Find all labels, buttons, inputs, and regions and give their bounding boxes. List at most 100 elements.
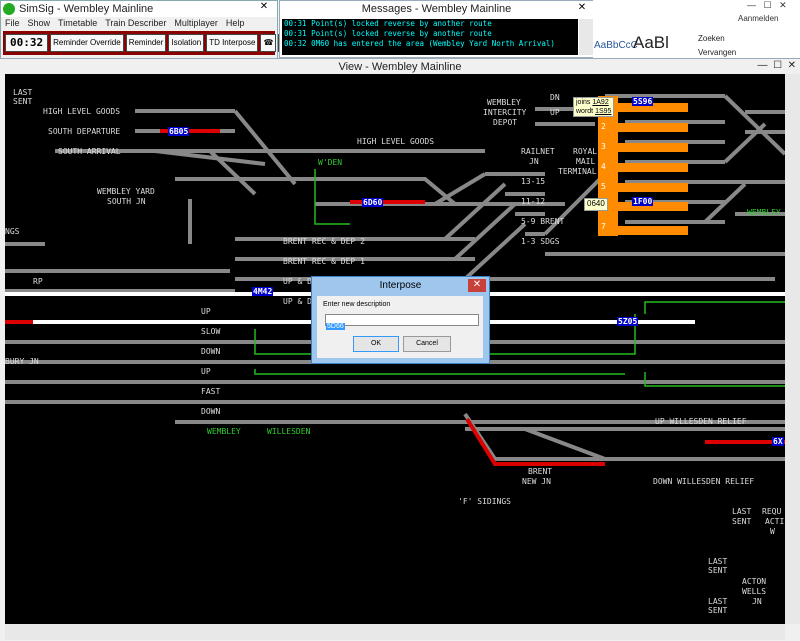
menu-train-describer[interactable]: Train Describer [105,17,166,30]
last-sent-label: LAST SENT [13,88,33,106]
label-up-line-2: UP [201,367,211,376]
menu-show[interactable]: Show [28,17,51,30]
label-sidings-11-12: 11-12 [521,197,546,206]
tooltip-wordt-value: 1S95 [595,108,612,115]
messages-window: Messages - Wembley Mainline ✕ 00:31 Poin… [279,0,594,58]
description-input-value: 5D66 [326,323,345,330]
label-wembley-yard: WEMBLEY YARD [97,187,155,196]
reminder-override-button[interactable]: Reminder Override [50,34,124,52]
messages-scrollbar[interactable] [579,19,593,55]
window-controls[interactable]: — ☐ ✕ [747,0,787,11]
find-button[interactable]: Zoeken [698,34,725,43]
message-line: 00:32 0M60 has entered the area (Wembley… [284,39,555,48]
label-wembley: WEMBLEY [487,98,521,107]
train-description[interactable]: 5Z05 [617,317,639,326]
label-sidings-5-9: 5-9 BRENT [521,217,565,226]
train-description[interactable]: 5S96 [632,97,654,106]
dialog-prompt: Enter new description [323,301,391,308]
dialog-title: Interpose [379,280,422,291]
label-f-sidings: 'F' SIDINGS [458,497,511,506]
train-description[interactable]: 4M42 [252,287,274,296]
menu-multiplayer[interactable]: Multiplayer [174,17,218,30]
menu-timetable[interactable]: Timetable [58,17,97,30]
label-acton: ACTON [742,577,767,586]
sign-in-link[interactable]: Aanmelden [738,14,778,23]
label-wembley-right: WEMBLEY [747,208,781,217]
label-intercity: INTERCITY [483,108,527,117]
description-input[interactable]: 5D66 [325,314,479,330]
isolation-button[interactable]: Isolation [168,34,205,52]
label-willesden: WILLESDEN [267,427,311,436]
train-tooltip: joins 1A92 wordt 1S95 [573,97,615,117]
messages-close-icon[interactable]: ✕ [573,2,591,16]
label-down-line: DOWN [201,347,221,356]
simsig-title: SimSig - Wembley Mainline [1,1,277,17]
tooltip-wordt-label: wordt [576,108,594,115]
cancel-button[interactable]: Cancel [403,336,451,352]
view-title: View - Wembley Mainline [338,61,462,73]
label-sidings-1-3: 1-3 SDGS [521,237,560,246]
phone-icon[interactable]: ☎ [260,34,277,52]
view-horizontal-scrollbar[interactable] [5,624,785,640]
label-acton-jn: JN [752,597,762,606]
ok-button[interactable]: OK [353,336,399,352]
label-high-level-goods-2: HIGH LEVEL GOODS [357,137,435,146]
label-last-right: LAST [732,507,752,516]
view-vertical-scrollbar[interactable] [785,74,800,624]
td-interpose-button[interactable]: TD Interpose [206,34,259,52]
label-up-willesden-relief: UP WILLESDEN RELIEF [655,417,747,426]
label-requ: REQU [762,507,782,516]
label-brent-2: BRENT REC & DEP 2 [283,237,365,246]
label-mail: MAIL [576,157,596,166]
app-icon [3,3,15,15]
label-railnet: RAILNET [521,147,555,156]
label-rp: RP [33,277,43,286]
label-south-arrival: SOUTH ARRIVAL [58,147,121,156]
label-terminal: TERMINAL [558,167,597,176]
label-down-line-2: DOWN [201,407,221,416]
menu-file[interactable]: File [5,17,20,30]
label-brent-1: BRENT REC & DEP 1 [283,257,365,266]
interpose-dialog: Interpose ✕ Enter new description 5D66 O… [311,276,490,364]
simsig-toolbar: 00:32 Reminder Override Reminder Isolati… [3,31,291,55]
label-acti: ACTI [765,517,785,526]
simsig-main-window: SimSig - Wembley Mainline ✕ File Show Ti… [0,0,291,60]
label-royal: ROYAL [573,147,598,156]
menu-help[interactable]: Help [226,17,245,30]
label-down-willesden-relief: DOWN WILLESDEN RELIEF [653,477,755,486]
train-description[interactable]: 6X [772,437,784,446]
tooltip-joins-label: joins [576,99,591,106]
message-line: 00:31 Point(s) locked reverse by another… [284,29,492,38]
label-high-level-goods: HIGH LEVEL GOODS [43,107,121,116]
dialog-body: Enter new description 5D66 OK Cancel [317,296,483,358]
style-sample-large[interactable]: AaBl [633,33,669,53]
simsig-menubar: File Show Timetable Train Describer Mult… [1,17,277,30]
messages-title: Messages - Wembley Mainline [361,3,512,15]
label-last-sent-acton: LAST SENT [708,557,728,575]
clock-display[interactable]: 00:32 [5,34,49,52]
background-app: Aanmelden AaBbCcC AaBl Zoeken Vervangen … [593,0,800,60]
message-line: 00:31 Point(s) locked reverse by another… [284,19,492,28]
train-description[interactable]: 6B05 [168,127,190,136]
train-description[interactable]: 6D60 [362,198,384,207]
dialog-close-icon[interactable]: ✕ [468,279,486,292]
close-icon[interactable]: ✕ [253,1,275,15]
label-up-and-d: UP & D [283,277,312,286]
view-window-controls[interactable]: — ☐ ✕ [758,60,796,71]
label-dn: DN [550,93,560,102]
label-slow: SLOW [201,327,221,336]
train-description[interactable]: 1F00 [632,197,654,206]
label-jn: JN [529,157,539,166]
label-wembley-south: WEMBLEY [207,427,241,436]
replace-button[interactable]: Vervangen [698,48,736,57]
label-depot: DEPOT [493,118,518,127]
reminder-button[interactable]: Reminder [125,34,167,52]
label-south-jn: SOUTH JN [107,197,146,206]
label-fast: FAST [201,387,221,396]
platform-4: 4 [601,162,606,171]
tooltip-joins-value: 1A92 [592,99,609,106]
style-sample[interactable]: AaBbCcC [594,40,638,51]
platform-5: 5 [601,182,606,191]
platform-3: 3 [601,142,606,151]
label-south-departure: SOUTH DEPARTURE [48,127,121,136]
